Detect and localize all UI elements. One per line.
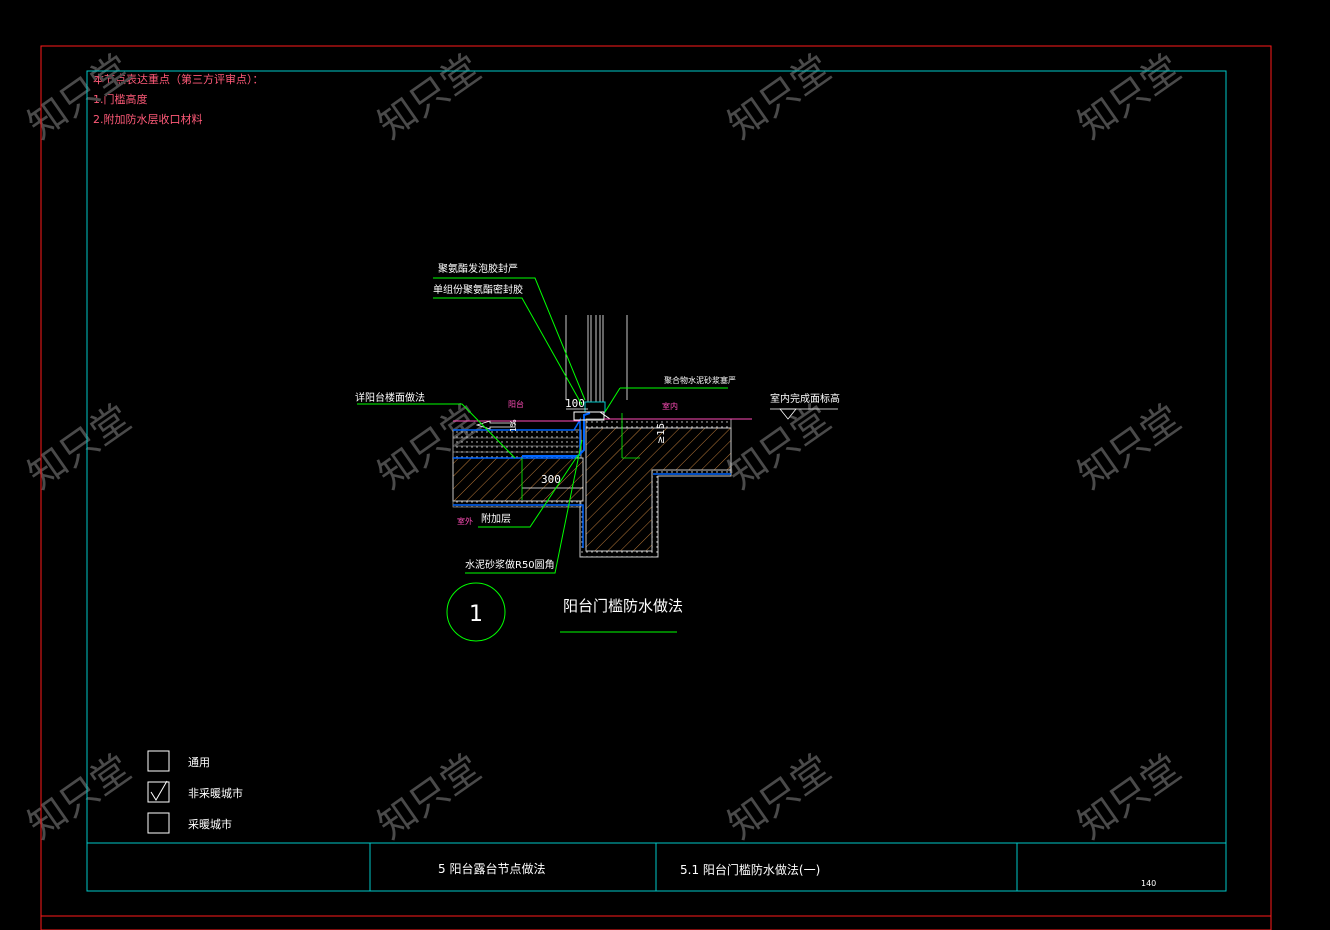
checkbox-list: 通用 非采暖城市 采暖城市 <box>147 750 243 834</box>
watermark: 知只堂 <box>370 46 489 147</box>
watermark: 知只堂 <box>1070 396 1189 497</box>
threshold-height-label: ≥15 <box>656 423 667 444</box>
slope-label: 1% <box>509 419 518 432</box>
title-block-chapter: 5 阳台露台节点做法 <box>438 861 545 876</box>
label-interior: 室内 <box>662 401 678 411</box>
dimension-100-label: 100 <box>565 397 585 410</box>
drawing-canvas: 知只堂 知只堂 知只堂 知只堂 知只堂 知只堂 知只堂 知只堂 知只堂 知只堂 … <box>20 45 1272 930</box>
balcony-ceiling-plaster <box>452 500 582 508</box>
checkbox[interactable] <box>147 750 170 772</box>
checkbox-item[interactable]: 采暖城市 <box>147 812 232 834</box>
label-polymer-mortar: 聚合物水泥砂浆塞严 <box>664 375 736 385</box>
title-block: 5 阳台露台节点做法 5.1 阳台门槛防水做法(一) 140 <box>87 842 1226 891</box>
check-mark-icon <box>150 780 168 801</box>
checkbox[interactable] <box>147 812 170 834</box>
watermark: 知只堂 <box>720 746 839 847</box>
watermark: 知只堂 <box>720 46 839 147</box>
watermark: 知只堂 <box>20 46 139 147</box>
title-block-page: 140 <box>1141 879 1156 888</box>
checkbox-label: 采暖城市 <box>188 817 232 831</box>
title-block-section: 5.1 阳台门槛防水做法(一) <box>680 862 820 877</box>
checkbox-label: 通用 <box>188 756 210 769</box>
balcony-floor-layers <box>452 429 582 459</box>
balcony-slab <box>452 457 584 502</box>
label-additional-layer: 附加层 <box>481 512 511 525</box>
checkbox-item[interactable]: 非采暖城市 <box>147 780 243 803</box>
watermark: 知只堂 <box>1070 746 1189 847</box>
label-balcony-floor: 详阳台楼面做法 <box>355 391 425 404</box>
label-balcony: 阳台 <box>508 399 524 409</box>
checkbox-item[interactable]: 通用 <box>147 750 210 772</box>
checkbox-label: 非采暖城市 <box>188 786 243 800</box>
label-sealant-foam: 聚氨酯发泡胶封严 <box>438 262 518 275</box>
watermark: 知只堂 <box>20 746 139 847</box>
watermark: 知只堂 <box>1070 46 1189 147</box>
detail-title: 阳台门槛防水做法 <box>563 597 683 615</box>
detail-index-number: 1 <box>469 602 483 627</box>
watermark: 知只堂 <box>720 396 839 497</box>
watermark: 知只堂 <box>20 396 139 497</box>
label-sealant-single: 单组份聚氨酯密封胶 <box>433 283 523 296</box>
dimension-300-label: 300 <box>541 473 561 486</box>
watermark: 知只堂 <box>370 746 489 847</box>
label-mortar-round: 水泥砂浆做R50圆角 <box>465 558 555 571</box>
label-outdoor: 室外 <box>457 516 473 526</box>
label-interior-finish: 室内完成面标高 <box>770 392 840 405</box>
